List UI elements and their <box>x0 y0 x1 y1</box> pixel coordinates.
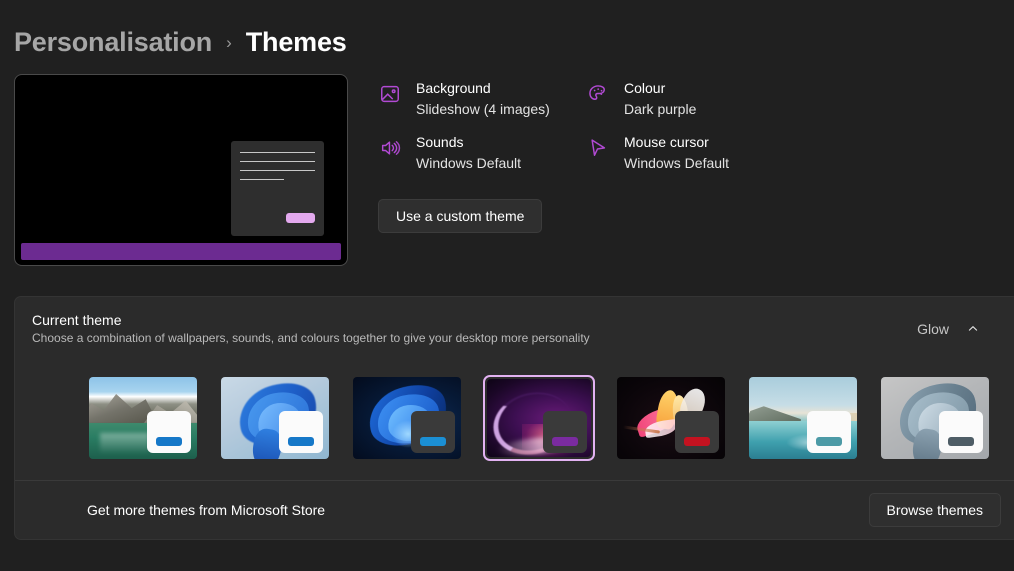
theme-thumbnail-accent-pill <box>552 437 578 446</box>
breadcrumb: Personalisation › Themes <box>0 0 1014 62</box>
current-theme-value: Glow <box>917 321 949 337</box>
chevron-up-icon[interactable] <box>967 323 979 335</box>
theme-detail-grid: Background Slideshow (4 images) Colour <box>378 78 1014 186</box>
theme-thumbnail-window-preview <box>675 411 719 453</box>
theme-thumbnail-window-preview <box>279 411 323 453</box>
desktop-preview <box>14 74 348 266</box>
theme-thumbnail-0[interactable] <box>87 375 199 461</box>
theme-thumbnail-6[interactable] <box>879 375 991 461</box>
preview-text-line <box>240 161 315 162</box>
current-theme-header-right: Glow <box>917 321 1001 337</box>
theme-thumbnail-accent-pill <box>156 437 182 446</box>
store-footer-row: Get more themes from Microsoft Store Bro… <box>15 481 1014 539</box>
theme-thumbnail-window-preview <box>939 411 983 453</box>
use-custom-theme-button[interactable]: Use a custom theme <box>378 199 542 233</box>
speaker-icon <box>378 136 402 160</box>
detail-colour-value: Dark purple <box>624 101 696 117</box>
page-title: Themes <box>246 27 347 58</box>
browse-themes-button[interactable]: Browse themes <box>869 493 1001 527</box>
store-footer-label: Get more themes from Microsoft Store <box>87 502 325 518</box>
detail-colour-title: Colour <box>624 80 665 96</box>
theme-thumbnail-2[interactable] <box>351 375 463 461</box>
theme-thumbnail-list <box>15 360 1014 480</box>
detail-background-value: Slideshow (4 images) <box>416 101 550 117</box>
theme-thumbnail-accent-pill <box>288 437 314 446</box>
preview-accent-button <box>286 213 315 223</box>
detail-sounds[interactable]: Sounds Windows Default <box>378 132 586 186</box>
palette-icon <box>586 82 610 106</box>
theme-thumbnail-window-preview <box>147 411 191 453</box>
preview-text-line <box>240 170 315 171</box>
preview-text-line <box>240 152 315 153</box>
breadcrumb-parent-link[interactable]: Personalisation <box>14 27 212 58</box>
theme-thumbnail-4[interactable] <box>615 375 727 461</box>
theme-thumbnail-window-preview <box>543 411 587 453</box>
current-theme-header-text: Current theme Choose a combination of wa… <box>32 312 590 345</box>
preview-window <box>231 141 324 236</box>
theme-thumbnail-accent-pill <box>816 437 842 446</box>
image-icon <box>378 82 402 106</box>
current-theme-header[interactable]: Current theme Choose a combination of wa… <box>15 297 1014 360</box>
theme-thumbnail-window-preview <box>807 411 851 453</box>
preview-text-line <box>240 179 284 180</box>
detail-sounds-value: Windows Default <box>416 155 521 171</box>
theme-thumbnail-accent-pill <box>420 437 446 446</box>
theme-thumbnail-5[interactable] <box>747 375 859 461</box>
detail-mouse-cursor-title: Mouse cursor <box>624 134 709 150</box>
detail-background-title: Background <box>416 80 491 96</box>
current-theme-card: Current theme Choose a combination of wa… <box>14 296 1014 540</box>
theme-thumbnail-window-preview <box>411 411 455 453</box>
theme-thumbnail-accent-pill <box>684 437 710 446</box>
preview-taskbar <box>21 243 341 260</box>
detail-background[interactable]: Background Slideshow (4 images) <box>378 78 586 132</box>
theme-thumbnail-1[interactable] <box>219 375 331 461</box>
theme-details: Background Slideshow (4 images) Colour <box>378 74 1014 266</box>
detail-colour[interactable]: Colour Dark purple <box>586 78 794 132</box>
detail-mouse-cursor-value: Windows Default <box>624 155 729 171</box>
detail-sounds-title: Sounds <box>416 134 463 150</box>
theme-overview-section: Background Slideshow (4 images) Colour <box>0 62 1014 266</box>
preview-window-lines <box>231 141 324 180</box>
theme-thumbnail-accent-pill <box>948 437 974 446</box>
theme-thumbnail-3-selected[interactable] <box>483 375 595 461</box>
current-theme-subtitle: Choose a combination of wallpapers, soun… <box>32 331 590 345</box>
detail-mouse-cursor[interactable]: Mouse cursor Windows Default <box>586 132 794 186</box>
chevron-right-icon: › <box>224 33 234 53</box>
mouse-cursor-icon <box>586 136 610 160</box>
current-theme-title: Current theme <box>32 312 590 328</box>
